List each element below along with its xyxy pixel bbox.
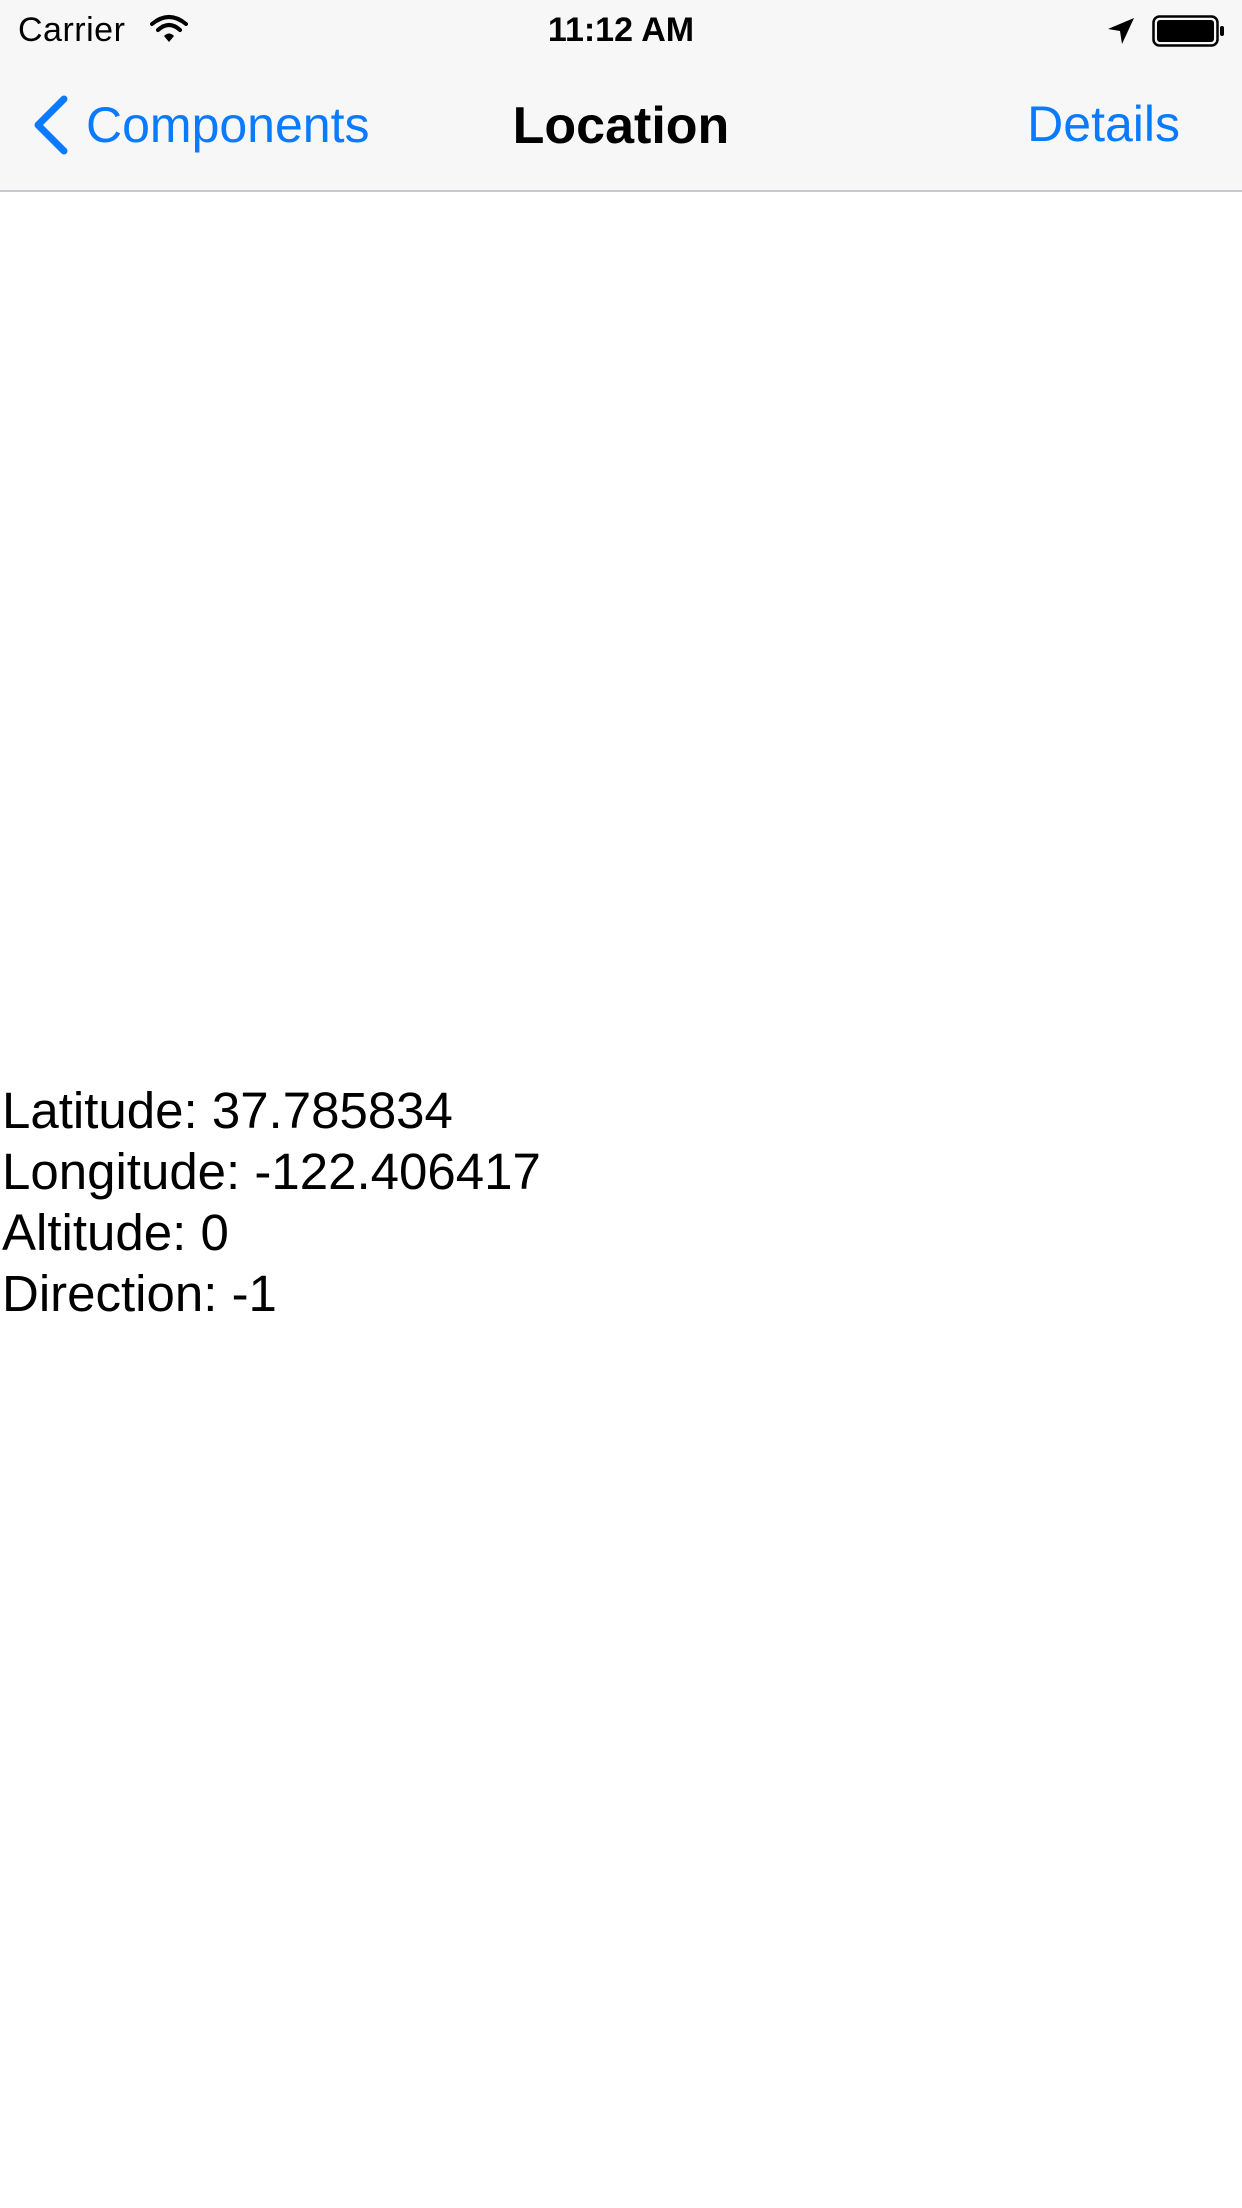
location-readout: Latitude: 37.785834 Longitude: -122.4064… bbox=[2, 1080, 541, 1324]
top-bar: Carrier 11:12 AM Components Location Det… bbox=[0, 0, 1242, 192]
status-bar: Carrier 11:12 AM bbox=[0, 0, 1242, 60]
details-button[interactable]: Details bbox=[1027, 94, 1180, 154]
altitude-text: Altitude: 0 bbox=[2, 1204, 229, 1261]
status-clock: 11:12 AM bbox=[547, 11, 695, 49]
direction-text: Direction: -1 bbox=[2, 1265, 277, 1322]
navigation-bar: Components Location Details bbox=[0, 60, 1242, 190]
location-arrow-icon bbox=[1106, 16, 1136, 46]
latitude-text: Latitude: 37.785834 bbox=[2, 1082, 453, 1139]
longitude-text: Longitude: -122.406417 bbox=[2, 1143, 541, 1200]
battery-icon bbox=[1152, 15, 1226, 47]
